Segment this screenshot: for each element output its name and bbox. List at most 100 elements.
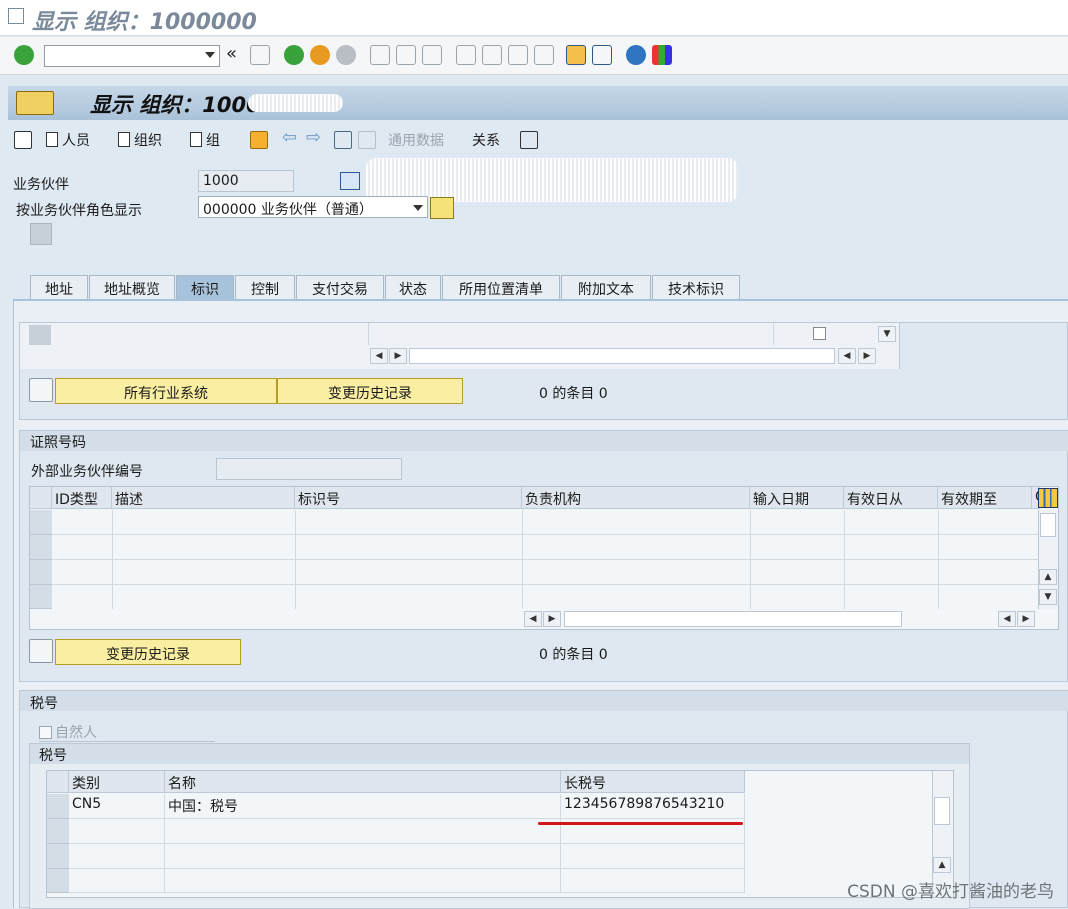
- find-next-icon[interactable]: [422, 45, 442, 65]
- collapse-icon[interactable]: «: [226, 43, 246, 64]
- scroll-left-button[interactable]: ◀: [370, 348, 388, 364]
- empty-cell[interactable]: [165, 819, 561, 844]
- scroll-right-button[interactable]: ▶: [1017, 611, 1035, 627]
- scroll-right-button[interactable]: ▶: [858, 348, 876, 364]
- display-change-icon[interactable]: [334, 131, 352, 149]
- scroll-left-button[interactable]: ◀: [838, 348, 856, 364]
- tab-address[interactable]: 地址: [30, 275, 88, 300]
- org-button[interactable]: 组织: [118, 130, 162, 150]
- tab-status[interactable]: 状态: [385, 275, 441, 300]
- change-history-button[interactable]: 变更历史记录: [55, 639, 241, 665]
- column-header[interactable]: 描述: [112, 487, 295, 509]
- row-selector[interactable]: [30, 560, 52, 585]
- tab-payment[interactable]: 支付交易: [296, 275, 384, 300]
- row-selector[interactable]: [47, 819, 69, 844]
- general-data-button[interactable]: 通用数据: [388, 130, 444, 150]
- select-all-header[interactable]: [47, 771, 69, 793]
- empty-cell[interactable]: [165, 869, 561, 893]
- horizontal-scrollbar[interactable]: [564, 611, 902, 627]
- scroll-down-button[interactable]: ▼: [1039, 589, 1057, 605]
- group-button[interactable]: 组: [190, 130, 220, 150]
- expand-button[interactable]: [30, 223, 52, 245]
- horizontal-scrollbar[interactable]: [409, 348, 835, 364]
- arrow-right-icon[interactable]: ⇨: [306, 127, 324, 148]
- arrow-left-icon[interactable]: ⇦: [282, 127, 300, 148]
- column-header[interactable]: 负责机构: [522, 487, 750, 509]
- empty-cell[interactable]: [561, 869, 745, 893]
- empty-cell[interactable]: [561, 844, 745, 869]
- tab-identification[interactable]: 标识: [176, 275, 234, 300]
- chevron-down-icon[interactable]: [413, 205, 423, 211]
- all-industry-systems-button[interactable]: 所有行业系统: [55, 378, 277, 404]
- cancel-icon[interactable]: [336, 45, 356, 65]
- row-selector[interactable]: [30, 535, 52, 560]
- relations-icon[interactable]: [520, 131, 538, 149]
- column-settings-icon[interactable]: [1038, 488, 1058, 508]
- checkbox[interactable]: [39, 726, 52, 739]
- details-icon[interactable]: [29, 378, 53, 402]
- column-header[interactable]: 有效日从: [844, 487, 938, 509]
- tab-additional-texts[interactable]: 附加文本: [561, 275, 651, 300]
- empty-cell[interactable]: [165, 844, 561, 869]
- table-icon[interactable]: [14, 131, 32, 149]
- column-header[interactable]: 长税号: [561, 771, 745, 793]
- column-header[interactable]: 有效期至: [938, 487, 1032, 509]
- tab-technical-id[interactable]: 技术标识: [652, 275, 740, 300]
- scroll-thumb[interactable]: [1040, 513, 1056, 537]
- column-header[interactable]: 标识号: [295, 487, 522, 509]
- row-selector[interactable]: [47, 794, 69, 819]
- row-selector[interactable]: [30, 585, 52, 609]
- tax-name-cell[interactable]: 中国：税号: [165, 794, 561, 819]
- natural-person-checkbox[interactable]: 自然人: [39, 722, 97, 742]
- switch-role-icon[interactable]: [430, 197, 454, 219]
- first-page-icon[interactable]: [456, 45, 476, 65]
- enter-icon[interactable]: [14, 45, 34, 65]
- column-header[interactable]: 类别: [69, 771, 165, 793]
- save-icon[interactable]: [250, 45, 270, 65]
- empty-cell[interactable]: [69, 869, 165, 893]
- previous-page-icon[interactable]: [482, 45, 502, 65]
- chevron-down-icon[interactable]: [205, 52, 215, 58]
- scroll-right-button[interactable]: ▶: [389, 348, 407, 364]
- sap-menu-icon[interactable]: [16, 91, 54, 115]
- help-icon[interactable]: [626, 45, 646, 65]
- person-button[interactable]: 人员: [46, 130, 90, 150]
- empty-cell[interactable]: [69, 844, 165, 869]
- select-all-header[interactable]: [30, 487, 52, 509]
- checkbox[interactable]: [813, 327, 826, 340]
- last-page-icon[interactable]: [534, 45, 554, 65]
- partner-field[interactable]: 1000: [198, 170, 294, 192]
- details-icon[interactable]: [29, 639, 53, 663]
- print-icon[interactable]: [370, 45, 390, 65]
- empty-cell[interactable]: [69, 819, 165, 844]
- command-field[interactable]: [44, 45, 220, 67]
- column-header[interactable]: 名称: [165, 771, 561, 793]
- row-selector[interactable]: [47, 869, 69, 893]
- column-header[interactable]: ID类型: [52, 487, 112, 509]
- shortcut-icon[interactable]: [592, 45, 612, 65]
- column-header[interactable]: 输入日期: [750, 487, 844, 509]
- row-selector[interactable]: [47, 844, 69, 869]
- scroll-up-button[interactable]: ▲: [1039, 569, 1057, 585]
- layout-icon[interactable]: [652, 45, 672, 65]
- scroll-down-button[interactable]: ▼: [878, 326, 896, 342]
- exit-app-icon[interactable]: [310, 45, 330, 65]
- role-select[interactable]: 000000 业务伙伴（普通）: [198, 196, 428, 218]
- row-selector[interactable]: [30, 510, 52, 535]
- exit-icon[interactable]: [8, 8, 24, 24]
- next-page-icon[interactable]: [508, 45, 528, 65]
- tax-number-cell[interactable]: 123456789876543210: [561, 794, 745, 819]
- find-icon[interactable]: [396, 45, 416, 65]
- tax-category-cell[interactable]: CN5: [69, 794, 165, 819]
- relations-button[interactable]: 关系: [472, 130, 500, 150]
- tab-address-overview[interactable]: 地址概览: [89, 275, 175, 300]
- scroll-right-button[interactable]: ▶: [543, 611, 561, 627]
- scroll-up-button[interactable]: ▲: [933, 857, 951, 873]
- lock-icon[interactable]: [358, 131, 376, 149]
- external-number-field[interactable]: [216, 458, 402, 480]
- row-selector[interactable]: [29, 325, 51, 345]
- tab-where-used[interactable]: 所用位置清单: [442, 275, 560, 300]
- new-session-icon[interactable]: [566, 45, 586, 65]
- tab-control[interactable]: 控制: [235, 275, 295, 300]
- scroll-thumb[interactable]: [934, 797, 950, 825]
